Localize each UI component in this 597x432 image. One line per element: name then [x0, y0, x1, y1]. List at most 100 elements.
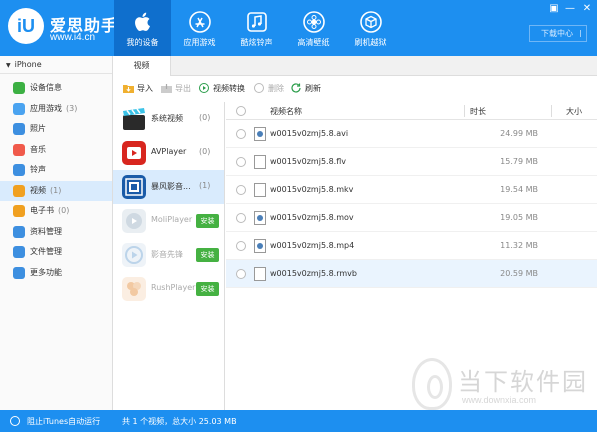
player-yingyinxianfeng[interactable]: 影音先锋 安装 [113, 238, 224, 272]
sidebar-item-label: 应用游戏 [30, 103, 62, 113]
table-row[interactable]: w0015v0zmj5.8.mov 19.05 MB [226, 204, 597, 232]
sidebar-item-label: 更多功能 [30, 267, 62, 277]
device-header[interactable]: ▼ iPhone [0, 56, 112, 74]
column-name[interactable]: 视频名称 [270, 106, 302, 117]
file-icon [254, 127, 266, 141]
clapperboard-icon [122, 107, 146, 131]
itunes-block-radio[interactable] [10, 416, 20, 426]
row-checkbox[interactable] [236, 269, 246, 279]
table-row[interactable]: w0015v0zmj5.8.mp4 11.32 MB [226, 232, 597, 260]
delete-label: 删除 [268, 84, 284, 93]
nav-label: 高清壁纸 [297, 38, 330, 47]
sidebar-item-count: (3) [66, 103, 78, 113]
nav-tab-wallpapers[interactable]: 高清壁纸 [285, 0, 342, 56]
export-label: 导出 [175, 84, 191, 93]
delete-button[interactable]: 删除 [254, 83, 284, 94]
nav-label: 我的设备 [126, 38, 159, 47]
menu-icon[interactable]: ▣ [547, 3, 561, 14]
file-name: w0015v0zmj5.8.flv [270, 157, 346, 166]
nav-label: 刷机越狱 [354, 38, 387, 47]
player-baofeng[interactable]: 暴风影音... (1) [113, 170, 224, 204]
table-row[interactable]: w0015v0zmj5.8.flv 15.79 MB [226, 148, 597, 176]
player-name: MoliPlayer [151, 215, 193, 224]
row-checkbox[interactable] [236, 213, 246, 223]
nav-tab-jailbreak[interactable]: 刷机越狱 [342, 0, 399, 56]
file-name: w0015v0zmj5.8.mp4 [270, 241, 355, 250]
file-size: 19.54 MB [500, 185, 538, 194]
book-icon [13, 205, 25, 217]
player-count: (1) [199, 181, 211, 190]
apple-icon [134, 12, 150, 31]
player-name: 暴风影音... [151, 182, 191, 191]
row-checkbox[interactable] [236, 185, 246, 195]
column-duration[interactable]: 时长 [470, 106, 486, 117]
table-row[interactable]: w0015v0zmj5.8.rmvb 20.59 MB [226, 260, 597, 288]
watermark-url: www.downxia.com [462, 395, 537, 405]
convert-video-button[interactable]: 视频转换 [199, 83, 245, 94]
player-name: 影音先锋 [151, 250, 183, 259]
sidebar-item-ringtones[interactable]: 铃声 [0, 160, 112, 180]
device-name: iPhone [14, 60, 42, 69]
player-system-video[interactable]: 系统视频 (0) [113, 102, 224, 136]
player-avplayer[interactable]: AVPlayer (0) [113, 136, 224, 170]
table-row[interactable]: w0015v0zmj5.8.avi 24.99 MB [226, 120, 597, 148]
sidebar-item-label: 资料管理 [30, 226, 62, 236]
close-icon[interactable]: ✕ [580, 3, 594, 14]
avplayer-icon [122, 141, 146, 165]
sidebar-item-count: (0) [58, 206, 70, 215]
export-button[interactable]: 导出 [161, 83, 191, 94]
select-all-checkbox[interactable] [236, 106, 246, 116]
flower-icon [302, 11, 325, 33]
apps-icon [13, 102, 25, 115]
row-checkbox[interactable] [236, 129, 246, 139]
file-icon [254, 155, 266, 169]
moliplayer-icon [122, 209, 146, 233]
file-icon [254, 267, 266, 281]
file-size: 24.99 MB [500, 129, 538, 138]
download-center-button[interactable]: 下载中心 [529, 25, 587, 42]
sidebar-item-file-manager[interactable]: 文件管理 [0, 242, 112, 262]
row-checkbox[interactable] [236, 157, 246, 167]
table-row[interactable]: w0015v0zmj5.8.mkv 19.54 MB [226, 176, 597, 204]
sidebar-item-device-info[interactable]: 设备信息 [0, 78, 112, 98]
minimize-icon[interactable]: — [563, 3, 577, 14]
player-rushplayer[interactable]: RushPlayer 安装 [113, 272, 224, 306]
nav-tab-ringtones[interactable]: 酷炫铃声 [228, 0, 285, 56]
row-checkbox[interactable] [236, 241, 246, 251]
player-name: AVPlayer [151, 147, 187, 156]
tab-videos[interactable]: 视频 [113, 56, 171, 76]
sidebar-item-ebooks[interactable]: 电子书 (0) [0, 201, 112, 221]
nav-tab-my-device[interactable]: 我的设备 [114, 0, 171, 56]
video-icon [13, 184, 25, 197]
contacts-icon [13, 225, 25, 238]
chevron-down-icon: ▼ [6, 62, 11, 69]
install-button[interactable]: 安装 [196, 282, 219, 296]
info-icon [13, 82, 25, 94]
sidebar-item-more-features[interactable]: 更多功能 [0, 263, 112, 283]
baofeng-icon [122, 175, 146, 199]
sidebar: ▼ iPhone 设备信息应用游戏 (3) 照片音乐铃声 视频 (1) 电子书 (0) 资料管理… [0, 56, 113, 410]
file-size: 19.05 MB [500, 213, 538, 222]
sidebar-item-videos[interactable]: 视频 (1) [0, 180, 112, 201]
sidebar-item-photos[interactable]: 照片 [0, 119, 112, 139]
player-moliplayer[interactable]: MoliPlayer 安装 [113, 204, 224, 238]
box-icon [359, 11, 382, 33]
player-name: RushPlayer [151, 283, 196, 292]
file-name: w0015v0zmj5.8.rmvb [270, 269, 357, 278]
rushplayer-icon [122, 277, 146, 301]
import-button[interactable]: 导入 [123, 83, 153, 94]
install-button[interactable]: 安装 [196, 214, 219, 228]
import-label: 导入 [137, 84, 153, 93]
refresh-button[interactable]: 刷新 [291, 83, 321, 94]
sidebar-item-label: 音乐 [30, 144, 46, 154]
sidebar-item-data-manager[interactable]: 资料管理 [0, 222, 112, 242]
sidebar-item-apps[interactable]: 应用游戏 (3) [0, 99, 112, 119]
install-button[interactable]: 安装 [196, 248, 219, 262]
nav-tab-apps[interactable]: 应用游戏 [171, 0, 228, 56]
itunes-block-label[interactable]: 阻止iTunes自动运行 [27, 416, 100, 427]
sidebar-item-music[interactable]: 音乐 [0, 140, 112, 160]
watermark-text: 当下软件园 [458, 368, 588, 396]
column-size[interactable]: 大小 [566, 106, 582, 117]
app-store-icon [188, 11, 211, 33]
title-bar: iU 爱思助手 www.i4.cn 我的设备 应用游戏 酷炫铃声 高清壁纸 刷机… [0, 0, 597, 56]
